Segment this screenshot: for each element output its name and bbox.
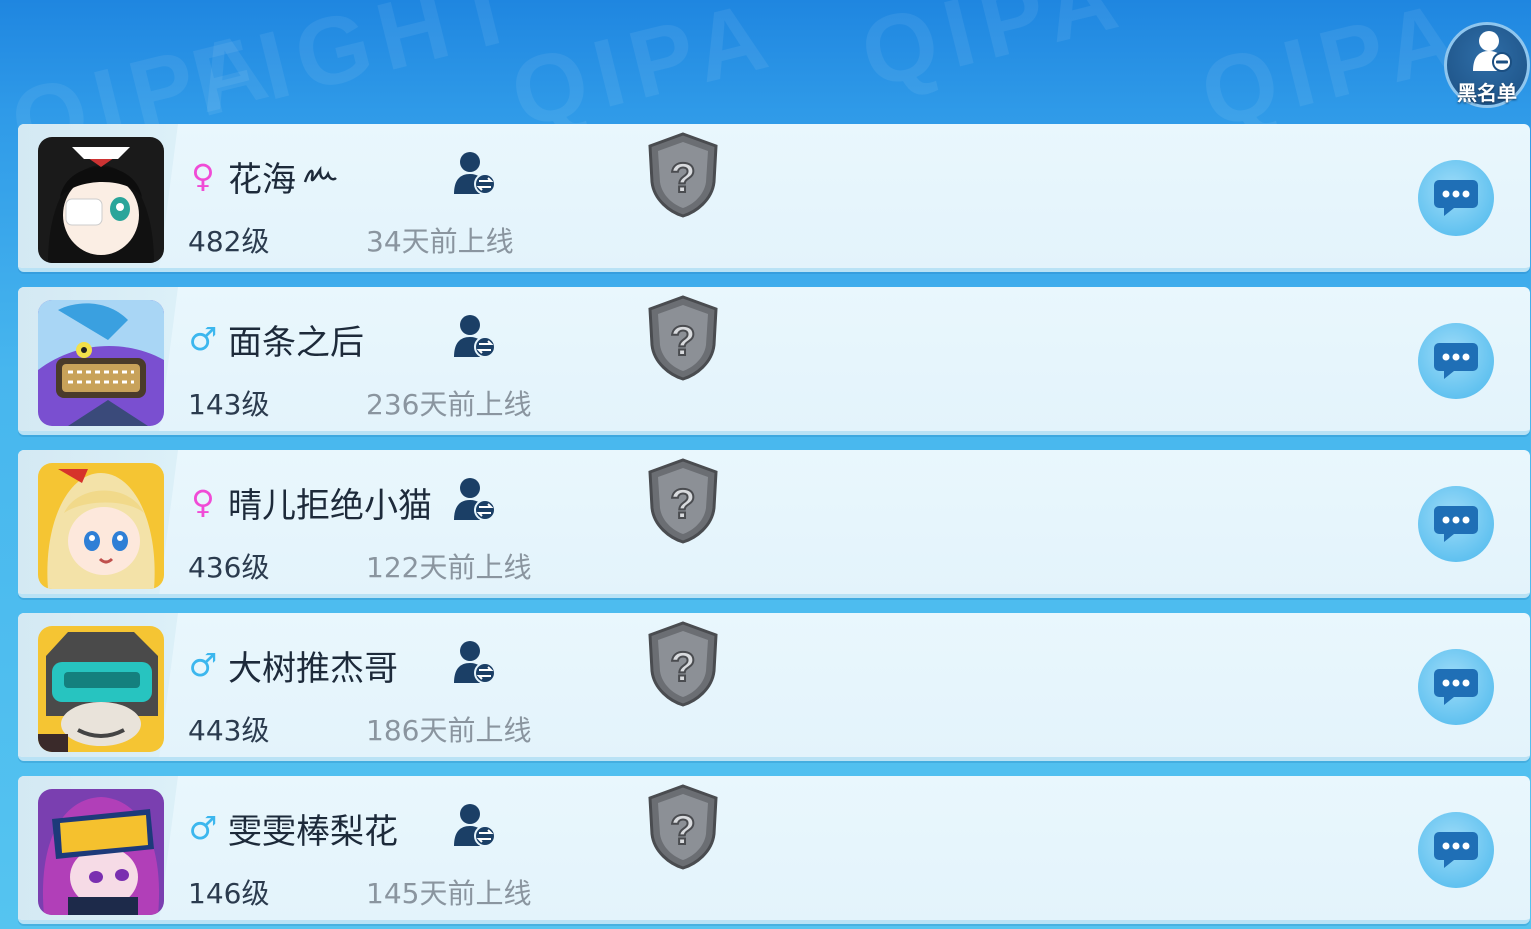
avatar-image [38, 137, 164, 263]
background-watermark: FIGHT QIPA QIPA QIPA QIPA [0, 0, 1477, 130]
chat-bubble-icon [1434, 180, 1478, 216]
svg-text:?: ? [670, 806, 696, 853]
friend-transfer-icon[interactable] [452, 802, 498, 850]
gender-female-icon: ♀ [191, 483, 215, 521]
avatar-image [38, 626, 164, 752]
player-level: 436级 [188, 551, 270, 584]
unknown-rank-shield-icon: ? [648, 458, 718, 544]
last-online: 34天前上线 [366, 225, 514, 258]
gender-male-icon: ♂ [188, 320, 218, 358]
player-level: 143级 [188, 388, 270, 421]
friend-row[interactable]: ♂ 大树推杰哥 443级 186天前上线 ? [18, 613, 1530, 761]
player-name: 雯雯棒梨花 [228, 812, 398, 852]
chat-bubble-icon [1434, 506, 1478, 542]
avatar[interactable] [38, 626, 164, 752]
unknown-rank-shield-icon: ? [648, 132, 718, 218]
unknown-rank-shield-icon: ? [648, 784, 718, 870]
gender-female-icon: ♀ [191, 157, 215, 195]
avatar-image [38, 789, 164, 915]
player-name: 大树推杰哥 [228, 649, 398, 689]
chat-button[interactable] [1418, 812, 1494, 888]
friend-row[interactable]: ♂ 面条之后 143级 236天前上线 ? [18, 287, 1530, 435]
blacklist-label: 黑名单 [1457, 81, 1517, 105]
chat-button[interactable] [1418, 160, 1494, 236]
friend-row[interactable]: ♀ 晴儿拒绝小猫 436级 122天前上线 ? [18, 450, 1530, 598]
user-block-icon [1473, 31, 1512, 72]
last-online: 145天前上线 [366, 877, 532, 910]
avatar[interactable] [38, 463, 164, 589]
svg-text:?: ? [670, 154, 696, 201]
unknown-rank-shield-icon: ? [648, 621, 718, 707]
player-level: 146级 [188, 877, 270, 910]
svg-text:?: ? [670, 480, 696, 527]
player-name: 晴儿拒绝小猫 [228, 486, 432, 526]
avatar-image [38, 300, 164, 426]
chat-button[interactable] [1418, 486, 1494, 562]
blacklist-button[interactable]: 黑名单 [1444, 22, 1530, 108]
avatar-image [38, 463, 164, 589]
friend-row[interactable]: ♀ 花海 482级 34天前上线 ? [18, 124, 1530, 272]
avatar[interactable] [38, 300, 164, 426]
avatar[interactable] [38, 137, 164, 263]
chat-bubble-icon [1434, 832, 1478, 868]
svg-text:?: ? [670, 317, 696, 364]
last-online: 122天前上线 [366, 551, 532, 584]
player-name: 花海 [228, 160, 296, 200]
gender-male-icon: ♂ [188, 809, 218, 847]
last-online: 186天前上线 [366, 714, 532, 747]
unknown-rank-shield-icon: ? [648, 295, 718, 381]
avatar[interactable] [38, 789, 164, 915]
player-level: 482级 [188, 225, 270, 258]
chat-button[interactable] [1418, 323, 1494, 399]
svg-text:?: ? [670, 643, 696, 690]
chat-bubble-icon [1434, 669, 1478, 705]
friend-transfer-icon[interactable] [452, 639, 498, 687]
friend-transfer-icon[interactable] [452, 313, 498, 361]
player-name: 面条之后 [228, 323, 364, 363]
friend-transfer-icon[interactable] [452, 150, 498, 198]
gender-male-icon: ♂ [188, 646, 218, 684]
signature-squiggle-icon [303, 165, 337, 183]
friend-row[interactable]: ♂ 雯雯棒梨花 146级 145天前上线 ? [18, 776, 1530, 924]
player-level: 443级 [188, 714, 270, 747]
chat-bubble-icon [1434, 343, 1478, 379]
friend-transfer-icon[interactable] [452, 476, 498, 524]
last-online: 236天前上线 [366, 388, 532, 421]
chat-button[interactable] [1418, 649, 1494, 725]
